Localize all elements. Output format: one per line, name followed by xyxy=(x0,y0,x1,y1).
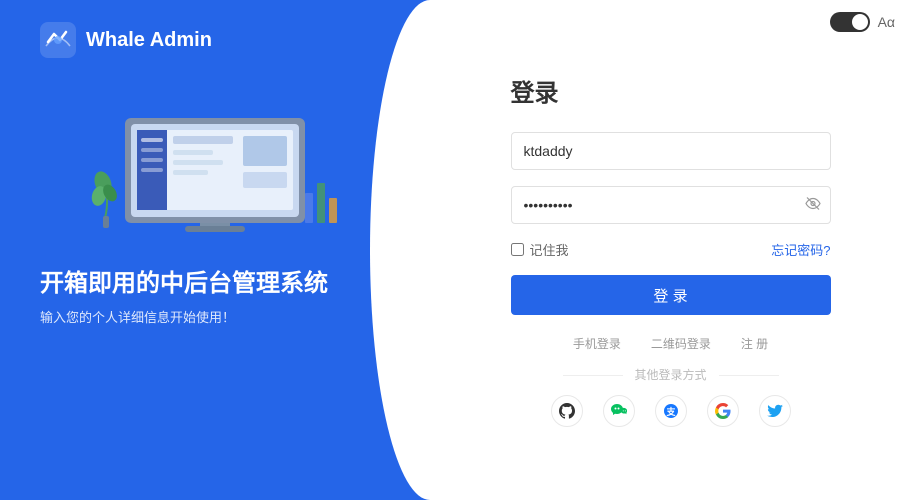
tagline: 开箱即用的中后台管理系统 输入您的个人详细信息开始使用！ xyxy=(40,268,390,326)
svg-text:支: 支 xyxy=(665,406,676,417)
dark-mode-toggle[interactable] xyxy=(830,12,870,32)
tagline-main: 开箱即用的中后台管理系统 xyxy=(40,268,390,299)
app-title: Whale Admin xyxy=(86,29,212,52)
register-link[interactable]: 注 册 xyxy=(741,335,768,352)
phone-login[interactable]: 手机登录 xyxy=(573,335,621,352)
other-login-label: 其他登录方式 xyxy=(511,366,831,383)
social-icons: 支 xyxy=(511,395,831,427)
header: Whale Admin xyxy=(40,0,390,58)
remember-text: 记住我 xyxy=(530,240,569,259)
qrcode-login[interactable]: 二维码登录 xyxy=(651,335,711,352)
alipay-icon[interactable]: 支 xyxy=(655,395,687,427)
remember-me-label[interactable]: 记住我 xyxy=(511,240,569,259)
alt-login-methods: 手机登录 二维码登录 注 册 xyxy=(511,335,831,352)
toggle-knob xyxy=(852,14,868,30)
illustration xyxy=(40,88,390,248)
password-group xyxy=(511,186,831,224)
tagline-sub: 输入您的个人详细信息开始使用！ xyxy=(40,307,390,326)
password-input[interactable] xyxy=(511,186,831,224)
login-title: 登录 xyxy=(511,73,831,108)
top-right-controls: Aα xyxy=(830,12,895,32)
language-icon[interactable]: Aα xyxy=(878,14,895,30)
right-panel: Aα 登录 记住我 忘记密码? 登 录 xyxy=(430,0,911,500)
remember-checkbox[interactable] xyxy=(511,243,524,256)
login-container: 登录 记住我 忘记密码? 登 录 手机登录 二维码登录 xyxy=(511,73,831,427)
left-panel: Whale Admin xyxy=(0,0,430,500)
username-group xyxy=(511,132,831,170)
forgot-password-link[interactable]: 忘记密码? xyxy=(771,240,830,259)
username-input[interactable] xyxy=(511,132,831,170)
github-icon[interactable] xyxy=(551,395,583,427)
wechat-icon[interactable] xyxy=(603,395,635,427)
logo-icon xyxy=(40,22,76,58)
twitter-icon[interactable] xyxy=(759,395,791,427)
eye-icon[interactable] xyxy=(805,196,821,215)
login-button[interactable]: 登 录 xyxy=(511,275,831,315)
google-icon[interactable] xyxy=(707,395,739,427)
form-options-row: 记住我 忘记密码? xyxy=(511,240,831,259)
